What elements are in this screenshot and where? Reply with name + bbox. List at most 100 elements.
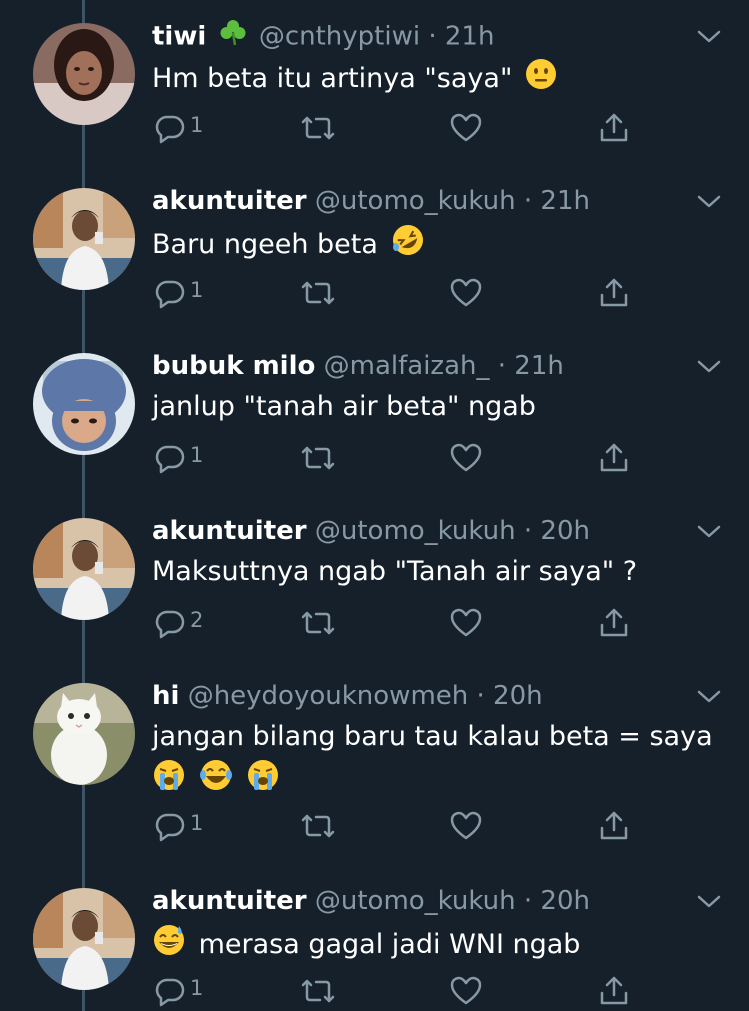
display-name[interactable]: akuntuiter <box>152 886 307 916</box>
reply-count: 1 <box>190 278 204 302</box>
tweet-item[interactable]: bubuk milo @malfaizah_ · 21h janlup "tan… <box>0 330 749 495</box>
reply-button[interactable]: 1 <box>152 808 203 844</box>
retweet-button[interactable] <box>298 440 338 476</box>
user-handle[interactable]: @malfaizah_ <box>324 351 490 381</box>
retweet-button[interactable] <box>298 973 338 1009</box>
avatar[interactable] <box>33 683 135 785</box>
share-button[interactable] <box>596 110 632 146</box>
share-icon <box>600 443 628 472</box>
timestamp[interactable]: 21h <box>445 22 495 52</box>
display-name[interactable]: bubuk milo <box>152 351 315 381</box>
grinning-sweat-emoji-icon <box>152 923 186 968</box>
user-handle[interactable]: @heydoyouknowmeh <box>188 681 469 711</box>
avatar[interactable] <box>33 888 135 990</box>
user-handle[interactable]: @utomo_kukuh <box>315 886 516 916</box>
tweet-actions: 1 <box>152 973 652 1009</box>
tweet-text: janlup "tanah air beta" ngab <box>152 391 536 422</box>
reply-button[interactable]: 1 <box>152 973 203 1009</box>
chevron-down-icon[interactable] <box>695 190 723 212</box>
reply-icon <box>155 610 185 639</box>
chevron-down-icon[interactable] <box>695 890 723 912</box>
reply-button[interactable]: 2 <box>152 605 203 641</box>
separator-dot: · <box>476 681 485 711</box>
tears-of-joy-emoji-icon <box>199 758 233 796</box>
display-name[interactable]: akuntuiter <box>152 516 307 546</box>
tweet-text: Hm beta itu artinya "saya" <box>152 63 513 94</box>
like-button[interactable] <box>448 440 484 476</box>
avatar[interactable] <box>33 353 135 455</box>
share-button[interactable] <box>596 275 632 311</box>
avatar[interactable] <box>33 188 135 290</box>
timestamp[interactable]: 21h <box>540 186 590 216</box>
neutral-face-emoji-icon <box>525 58 557 101</box>
display-name[interactable]: hi <box>152 681 179 711</box>
share-icon <box>600 113 628 142</box>
tweet-text: jangan bilang baru tau kalau beta = saya <box>152 721 713 752</box>
retweet-icon <box>301 116 335 140</box>
heart-icon <box>450 608 482 637</box>
like-button[interactable] <box>448 808 484 844</box>
tweet-actions: 1 <box>152 110 652 146</box>
timestamp[interactable]: 20h <box>540 886 590 916</box>
like-button[interactable] <box>448 110 484 146</box>
tweet-text: Baru ngeeh beta <box>152 229 378 260</box>
avatar[interactable] <box>33 23 135 125</box>
heart-icon <box>450 443 482 472</box>
share-button[interactable] <box>596 440 632 476</box>
share-icon <box>600 976 628 1005</box>
share-icon <box>600 811 628 840</box>
reply-icon <box>155 978 185 1007</box>
tweet-actions: 1 <box>152 440 652 476</box>
like-button[interactable] <box>448 605 484 641</box>
chevron-down-icon[interactable] <box>695 685 723 707</box>
retweet-button[interactable] <box>298 110 338 146</box>
reply-count: 1 <box>190 443 204 467</box>
tweet-actions: 2 <box>152 605 652 641</box>
share-button[interactable] <box>596 808 632 844</box>
chevron-down-icon[interactable] <box>695 520 723 542</box>
like-button[interactable] <box>448 275 484 311</box>
retweet-button[interactable] <box>298 808 338 844</box>
display-name[interactable]: akuntuiter <box>152 186 307 216</box>
loudly-crying-emoji-icon <box>246 758 280 796</box>
retweet-button[interactable] <box>298 605 338 641</box>
tweet-item[interactable]: hi @heydoyouknowmeh · 20h jangan bilang … <box>0 660 749 865</box>
reply-button[interactable]: 1 <box>152 275 203 311</box>
reply-button[interactable]: 1 <box>152 110 203 146</box>
display-name[interactable]: tiwi <box>152 22 206 52</box>
separator-dot: · <box>523 516 533 546</box>
share-button[interactable] <box>596 605 632 641</box>
retweet-button[interactable] <box>298 275 338 311</box>
tweet-actions: 1 <box>152 808 652 844</box>
share-icon <box>600 278 628 307</box>
chevron-down-icon[interactable] <box>695 25 723 47</box>
avatar[interactable] <box>33 518 135 620</box>
timestamp[interactable]: 21h <box>514 351 564 381</box>
tweet-text: merasa gagal jadi WNI ngab <box>198 929 581 960</box>
like-button[interactable] <box>448 973 484 1009</box>
timestamp[interactable]: 20h <box>493 681 543 711</box>
user-handle[interactable]: @utomo_kukuh <box>315 186 516 216</box>
heart-icon <box>450 976 482 1005</box>
reply-icon <box>155 115 185 144</box>
share-button[interactable] <box>596 973 632 1009</box>
tweet-item[interactable]: tiwi @cnthyptiwi · 21h Hm beta itu artin… <box>0 0 749 165</box>
retweet-icon <box>301 611 335 635</box>
chevron-down-icon[interactable] <box>695 355 723 377</box>
timestamp[interactable]: 20h <box>540 516 590 546</box>
retweet-icon <box>301 281 335 305</box>
separator-dot: · <box>523 186 533 216</box>
tweet-item[interactable]: akuntuiter @utomo_kukuh · 20h Maksuttnya… <box>0 495 749 660</box>
share-icon <box>600 608 628 637</box>
reply-icon <box>155 280 185 309</box>
tweet-actions: 1 <box>152 275 652 311</box>
reply-count: 1 <box>190 811 204 835</box>
tweet-item[interactable]: akuntuiter @utomo_kukuh · 21h Baru ngeeh… <box>0 165 749 330</box>
separator-dot: · <box>523 886 533 916</box>
tweet-item[interactable]: akuntuiter @utomo_kukuh · 20h merasa gag… <box>0 865 749 1011</box>
reply-button[interactable]: 1 <box>152 440 203 476</box>
user-handle[interactable]: @utomo_kukuh <box>315 516 516 546</box>
reply-count: 1 <box>190 976 204 1000</box>
user-handle[interactable]: @cnthyptiwi <box>259 22 420 52</box>
separator-dot: · <box>497 351 507 381</box>
